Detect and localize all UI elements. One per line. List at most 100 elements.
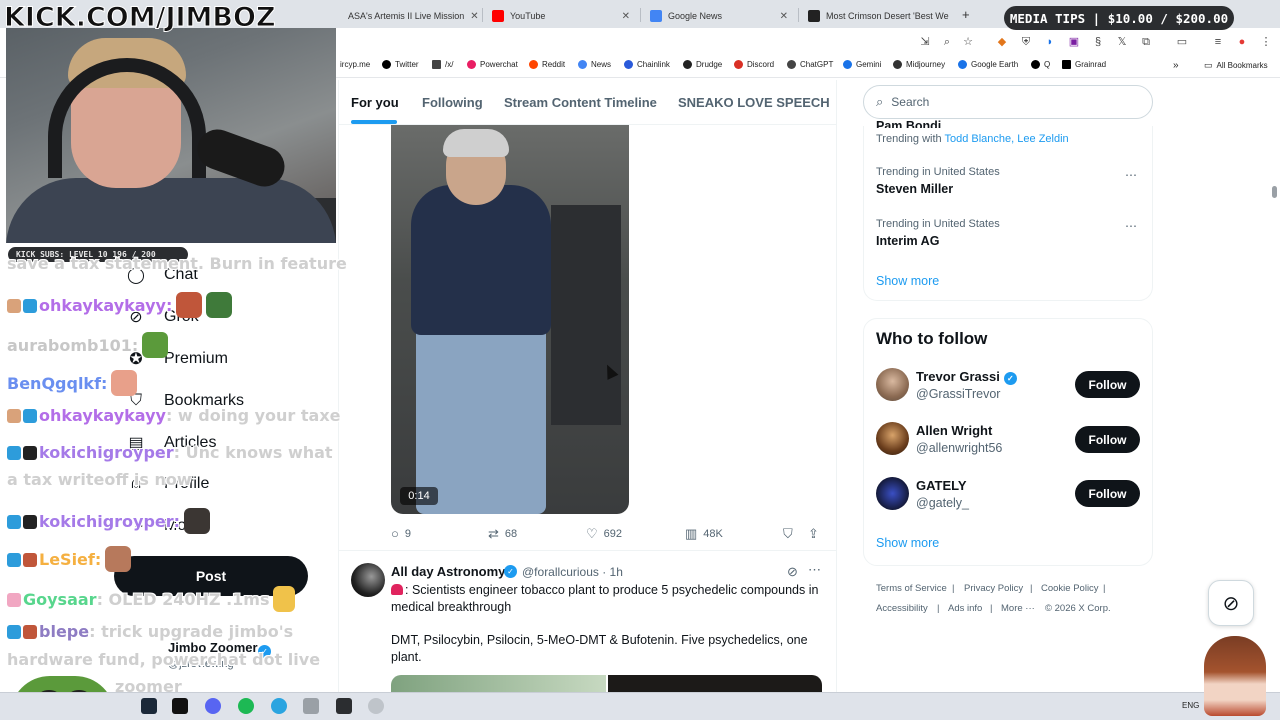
bookmark-item[interactable]: Grainrad	[1062, 60, 1106, 69]
verified-badge-icon: ✓	[504, 565, 517, 578]
tab-for-you[interactable]: For you	[351, 95, 399, 110]
tab-separator	[640, 8, 641, 22]
zoom-icon[interactable]: ⌕	[940, 35, 954, 49]
bookmark-item[interactable]: ircyp.me	[340, 60, 370, 69]
bookmark-item[interactable]: /x/	[432, 60, 453, 69]
sidepanel-icon[interactable]: ▭	[1175, 35, 1189, 49]
bookmark-item[interactable]: Twitter	[382, 60, 419, 69]
search-input[interactable]: ⌕ Search	[863, 85, 1153, 119]
extension-icon[interactable]: §	[1091, 35, 1105, 49]
app-icon[interactable]	[368, 698, 384, 714]
tab-google-news[interactable]: Google News ✕	[642, 4, 796, 28]
bookmark-item[interactable]: Reddit	[529, 60, 565, 69]
bookmark-button[interactable]: ⛉	[783, 526, 793, 542]
tweet-author-handle[interactable]: @forallcurious · 1h	[522, 565, 623, 579]
trend-link[interactable]: Todd Blanche	[944, 133, 1011, 145]
telegram-icon[interactable]	[271, 698, 287, 714]
more-icon[interactable]: ⋯	[1125, 168, 1137, 182]
tweet-video[interactable]	[391, 125, 629, 514]
spotify-icon[interactable]	[238, 698, 254, 714]
chat-message: kokichigroyper: Unc knows what	[7, 443, 333, 462]
kebab-menu-icon[interactable]: ⋮	[1259, 35, 1273, 49]
new-tab-button[interactable]: +	[962, 7, 970, 22]
close-icon[interactable]: ✕	[780, 11, 788, 22]
install-icon[interactable]: ⇲	[918, 35, 932, 49]
chat-text: :	[173, 512, 181, 531]
terminal-icon[interactable]	[172, 698, 188, 714]
trend-link[interactable]: Lee Zeldin	[1017, 133, 1068, 145]
views-button[interactable]: ▥ 48K	[685, 526, 723, 542]
shield-icon[interactable]: ⛨	[1019, 35, 1033, 49]
tweet-divider	[339, 550, 836, 551]
steam-icon[interactable]	[141, 698, 157, 714]
follow-button[interactable]: Follow	[1075, 480, 1140, 507]
bookmark-item[interactable]: Gemini	[843, 60, 881, 69]
x-icon[interactable]: 𝕏	[1115, 35, 1129, 49]
show-more-link[interactable]: Show more	[876, 536, 939, 550]
follow-button[interactable]: Follow	[1075, 426, 1140, 453]
discord-icon[interactable]	[205, 698, 221, 714]
extension-icon[interactable]: ▣	[1067, 35, 1081, 49]
bookmark-item[interactable]: Discord	[734, 60, 774, 69]
bookmark-item[interactable]: Powerchat	[467, 60, 518, 69]
trend-title[interactable]: Steven Miller	[876, 182, 953, 196]
trend-title-partial[interactable]: Pam Bondi	[876, 119, 941, 128]
bookmark-item[interactable]: Chainlink	[624, 60, 670, 69]
avatar[interactable]	[876, 422, 909, 455]
chat-username: aurabomb101	[7, 336, 132, 355]
share-button[interactable]: ⇪	[808, 526, 819, 542]
language-indicator[interactable]: ENG	[1182, 701, 1199, 710]
avatar[interactable]	[876, 368, 909, 401]
metamask-icon[interactable]: ◆	[995, 35, 1009, 49]
tab-following[interactable]: Following	[422, 95, 483, 110]
scrollbar-thumb[interactable]	[1272, 186, 1277, 198]
menu-lines-icon[interactable]: ≡	[1211, 35, 1225, 49]
bookmark-item[interactable]: News	[578, 60, 611, 69]
tab-artemis[interactable]: ASA's Artemis II Live Mission ✕	[340, 4, 480, 28]
puzzle-icon[interactable]: ⧉	[1139, 35, 1153, 49]
follow-suggestion-name[interactable]: GATELY	[916, 478, 967, 493]
bookmark-item[interactable]: Drudge	[683, 60, 722, 69]
repost-button[interactable]: ⇄ 68	[488, 526, 517, 542]
more-link[interactable]: More ···	[1001, 603, 1035, 614]
accessibility-link[interactable]: Accessibility	[876, 603, 928, 614]
tab-youtube[interactable]: YouTube ✕	[484, 4, 638, 28]
app-icon[interactable]	[303, 698, 319, 714]
tweet-author-name[interactable]: All day Astronomy	[391, 564, 505, 579]
bookmark-item[interactable]: ChatGPT	[787, 60, 833, 69]
ads-info-link[interactable]: Ads info	[948, 603, 982, 614]
follow-button[interactable]: Follow	[1075, 371, 1140, 398]
cookie-link[interactable]: Cookie Policy	[1041, 583, 1099, 594]
tab-crimson-desert[interactable]: Most Crimson Desert 'Best We ✕	[800, 4, 954, 28]
avatar[interactable]	[351, 563, 385, 597]
like-button[interactable]: ♡ 692	[586, 526, 622, 542]
trend-title[interactable]: Interim AG	[876, 234, 939, 248]
tab-stream-content-timeline[interactable]: Stream Content Timeline	[504, 95, 657, 110]
bookmarks-overflow-icon[interactable]: »	[1173, 60, 1179, 71]
follow-suggestion-name[interactable]: Trevor Grassi ✓	[916, 369, 1017, 385]
close-icon[interactable]: ✕	[470, 11, 478, 22]
bookmark-item[interactable]: Google Earth	[958, 60, 1018, 69]
chat-text: hardware fund, powerchat dot live	[7, 650, 321, 669]
avatar[interactable]	[876, 477, 909, 510]
reply-button[interactable]: ○ 9	[391, 526, 411, 541]
chat-text: :	[94, 550, 102, 569]
close-icon[interactable]: ✕	[622, 11, 630, 22]
bookmark-item[interactable]: Q	[1031, 60, 1050, 69]
privacy-link[interactable]: Privacy Policy	[964, 583, 1023, 594]
follow-suggestion-name[interactable]: Allen Wright	[916, 423, 992, 438]
more-icon[interactable]: ⋯	[808, 562, 821, 578]
more-icon[interactable]: ⋯	[1125, 219, 1137, 233]
grok-icon[interactable]: ⊘	[1208, 580, 1254, 626]
profile-avatar-icon[interactable]: ●	[1235, 35, 1249, 49]
app-icon[interactable]	[336, 698, 352, 714]
star-icon[interactable]: ☆	[961, 35, 975, 49]
all-bookmarks[interactable]: ▭ All Bookmarks	[1204, 60, 1268, 71]
bookmark-item[interactable]: Midjourney	[893, 60, 945, 69]
show-more-link[interactable]: Show more	[876, 274, 939, 288]
tab-sneako-love-speech[interactable]: SNEAKO LOVE SPEECH	[678, 95, 830, 110]
grok-icon[interactable]: ⊘	[787, 564, 798, 580]
share-icon: ⇪	[808, 526, 819, 541]
terms-link[interactable]: Terms of Service	[876, 583, 947, 594]
extension-icon[interactable]: ◗	[1043, 35, 1057, 49]
